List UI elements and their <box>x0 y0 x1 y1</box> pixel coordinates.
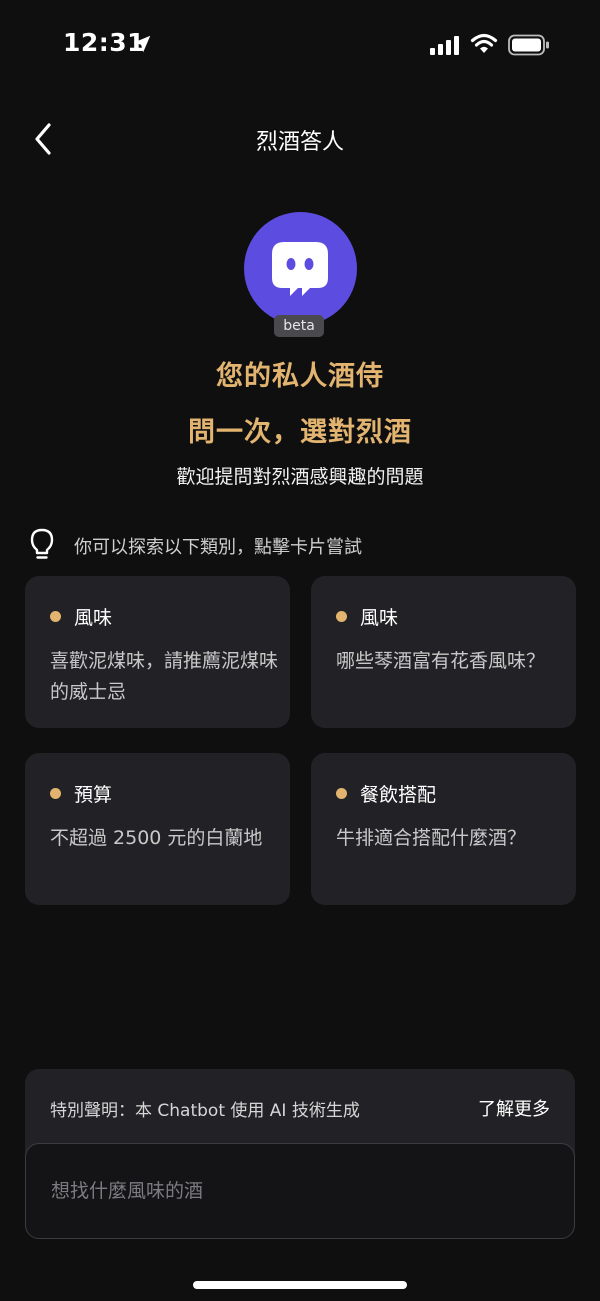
suggestion-card[interactable]: 風味 哪些琴酒富有花香風味？ <box>311 576 576 728</box>
disclaimer-text: 特別聲明：本 Chatbot 使用 AI 技術生成 <box>50 1101 360 1121</box>
headline-primary: 您的私人酒侍 <box>216 361 384 392</box>
chat-input[interactable] <box>26 1144 574 1238</box>
card-dot <box>50 788 61 799</box>
chatbot-icon <box>272 242 328 296</box>
page-title: 烈酒答人 <box>255 130 344 155</box>
card-dot <box>336 788 347 799</box>
card-category: 風味 <box>74 607 113 629</box>
screen: 12:31 烈酒答人 beta 您的私人酒侍 問一次，選對烈酒 歡迎提問對烈酒感… <box>0 0 600 1301</box>
card-question: 不超過 2500 元的白蘭地 <box>50 827 263 849</box>
wifi-icon <box>470 33 498 53</box>
headline-secondary: 問一次，選對烈酒 <box>188 417 412 448</box>
card-question: 哪些琴酒富有花香風味？ <box>336 650 546 672</box>
welcome-subtitle: 歡迎提問對烈酒感興趣的問題 <box>176 466 424 488</box>
lightbulb-icon <box>30 528 54 559</box>
learn-more-link[interactable]: 了解更多 <box>478 1095 550 1121</box>
battery-icon <box>508 34 549 56</box>
suggestion-card[interactable]: 風味 喜歡泥煤味，請推薦泥煤味的威士忌 <box>25 576 290 728</box>
cellular-signal-icon <box>430 36 459 55</box>
suggestion-card[interactable]: 預算 不超過 2500 元的白蘭地 <box>25 753 290 905</box>
suggestion-card[interactable]: 餐飲搭配 牛排適合搭配什麼酒？ <box>311 753 576 905</box>
card-dot <box>336 611 347 622</box>
card-category: 風味 <box>360 607 399 629</box>
card-category: 餐飲搭配 <box>360 784 437 806</box>
location-arrow-icon <box>133 35 151 53</box>
home-indicator <box>193 1281 407 1289</box>
beta-badge: beta <box>274 315 324 337</box>
card-category: 預算 <box>74 784 113 806</box>
card-question: 牛排適合搭配什麼酒？ <box>336 827 527 849</box>
chat-input-container <box>25 1143 575 1239</box>
card-question: 喜歡泥煤味，請推薦泥煤味的威士忌 <box>50 650 279 703</box>
card-dot <box>50 611 61 622</box>
status-bar: 12:31 <box>0 0 600 90</box>
hint-text: 你可以探索以下類別，點擊卡片嘗試 <box>74 537 362 558</box>
